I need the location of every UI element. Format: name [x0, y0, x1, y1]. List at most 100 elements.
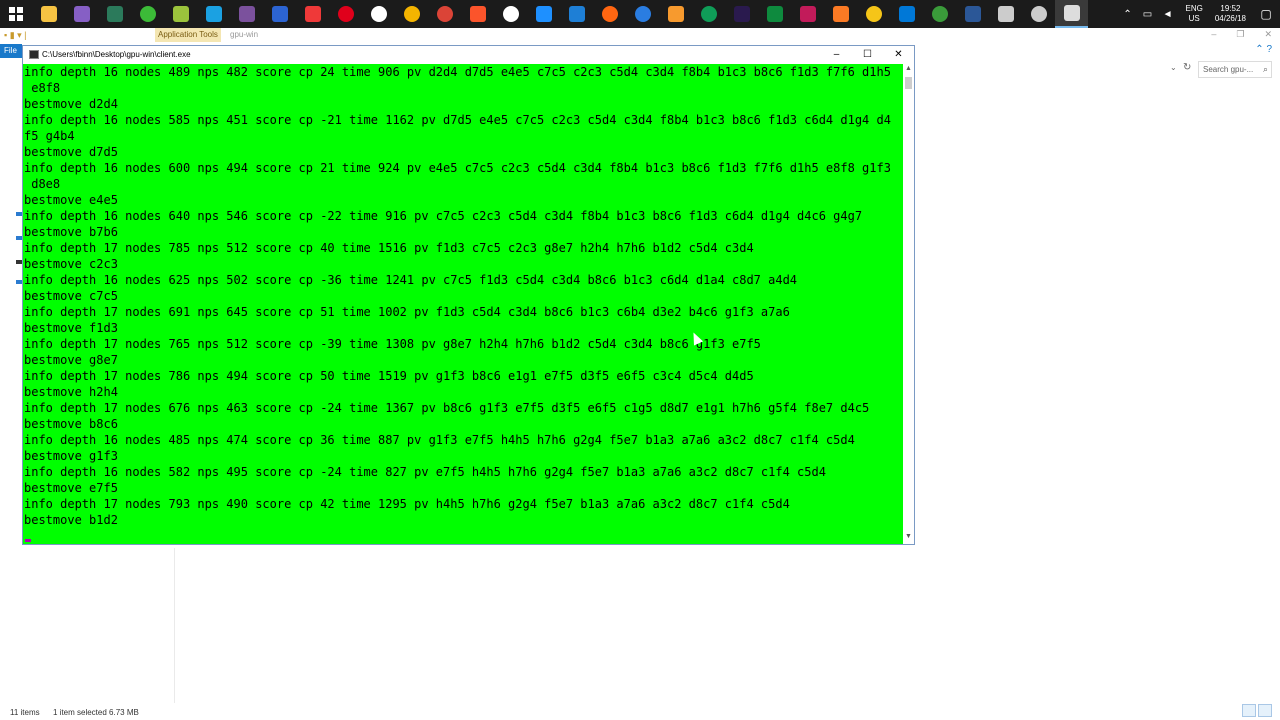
scroll-up-icon[interactable]: ▲: [903, 65, 914, 75]
device-icon[interactable]: [989, 0, 1022, 28]
photoshop-icon[interactable]: [725, 0, 758, 28]
large-icons-view-icon[interactable]: [1258, 704, 1272, 717]
messenger-icon-glyph: [271, 6, 288, 22]
paint-icon[interactable]: [659, 0, 692, 28]
console-line: bestmove b7b6: [24, 225, 118, 239]
console-app-icon-glyph: [1063, 5, 1080, 21]
pane-divider[interactable]: [174, 548, 175, 703]
close-icon[interactable]: ✕: [1264, 29, 1272, 40]
skype-icon[interactable]: [197, 0, 230, 28]
vivaldi-icon-glyph: [304, 6, 321, 22]
jetbrains-icon[interactable]: [791, 0, 824, 28]
remote-desktop-icon[interactable]: [890, 0, 923, 28]
console-line: info depth 16 nodes 485 nps 474 score cp…: [24, 433, 855, 447]
yandex-browser-icon[interactable]: [494, 0, 527, 28]
android-icon[interactable]: [164, 0, 197, 28]
document-icon-glyph: [964, 6, 981, 22]
network-icon[interactable]: ▭: [1140, 9, 1156, 20]
quick-access-toolbar-icon[interactable]: ▪ ▮ ▾ |: [4, 30, 27, 41]
chrome-canary-icon[interactable]: [395, 0, 428, 28]
console-line: bestmove b8c6: [24, 417, 118, 431]
brave-icon[interactable]: [461, 0, 494, 28]
console-titlebar[interactable]: C:\Users\fbinn\Desktop\gpu-win\client.ex…: [23, 46, 914, 64]
restore-icon[interactable]: ❐: [1236, 29, 1244, 40]
visual-studio-code-icon[interactable]: [758, 0, 791, 28]
chrome-icon-glyph: [436, 6, 453, 22]
chrome-dev-icon[interactable]: [857, 0, 890, 28]
chrome-icon[interactable]: [428, 0, 461, 28]
application-tools-tab[interactable]: Application Tools: [155, 28, 221, 42]
clock-time: 19:52: [1220, 4, 1241, 13]
console-line: info depth 17 nodes 676 nps 463 score cp…: [24, 401, 870, 415]
firefox-icon[interactable]: [593, 0, 626, 28]
refresh-icon[interactable]: ↻: [1183, 62, 1191, 73]
explorer-titlebar: ▪ ▮ ▾ | Application Tools gpu-win – ❐ ✕: [0, 28, 1280, 44]
opera-icon-glyph: [337, 6, 354, 22]
language-code: ENG: [1185, 4, 1203, 13]
console-line: info depth 17 nodes 786 nps 494 score cp…: [24, 369, 754, 383]
chrome-canary-icon-glyph: [403, 6, 420, 22]
console-line: info depth 17 nodes 785 nps 512 score cp…: [24, 241, 754, 255]
minimize-icon[interactable]: –: [821, 46, 852, 64]
android-icon-glyph: [172, 6, 189, 22]
notification-center-icon[interactable]: ▢: [1252, 7, 1280, 21]
xampp-icon[interactable]: [824, 0, 857, 28]
console-line: info depth 16 nodes 600 nps 494 score cp…: [24, 161, 891, 175]
scrollbar-thumb[interactable]: [905, 77, 912, 89]
explorer-title: gpu-win: [230, 30, 259, 39]
settings-ring-icon-glyph: [1030, 6, 1047, 22]
console-output[interactable]: info depth 16 nodes 489 nps 482 score cp…: [23, 64, 903, 544]
console-line: bestmove f1d3: [24, 321, 118, 335]
file-tab[interactable]: File: [0, 44, 22, 58]
ie-icon-glyph: [568, 6, 585, 22]
ie-icon[interactable]: [560, 0, 593, 28]
address-row: ⌄ ↻ Search gpu-... ⌕: [915, 61, 1280, 79]
xampp-icon-glyph: [832, 6, 849, 22]
file-explorer-icon[interactable]: [32, 0, 65, 28]
viber-icon[interactable]: [230, 0, 263, 28]
close-icon[interactable]: ✕: [883, 46, 914, 64]
document-icon[interactable]: [956, 0, 989, 28]
console-line: bestmove d7d5: [24, 145, 118, 159]
vivaldi-icon[interactable]: [296, 0, 329, 28]
language-indicator[interactable]: ENG US: [1186, 4, 1203, 24]
chrome-beta-icon[interactable]: [692, 0, 725, 28]
details-view-icon[interactable]: [1242, 704, 1256, 717]
console-app-icon[interactable]: [1055, 0, 1088, 28]
console-window[interactable]: C:\Users\fbinn\Desktop\gpu-win\client.ex…: [22, 45, 915, 545]
explorer-window-controls: – ❐ ✕: [1211, 29, 1272, 40]
brave-icon-glyph: [469, 6, 486, 22]
console-lines: info depth 16 nodes 489 nps 482 score cp…: [23, 64, 903, 528]
address-dropdown-icon[interactable]: ⌄: [1170, 63, 1177, 72]
app-green-icon[interactable]: [98, 0, 131, 28]
console-app-icon: [29, 50, 39, 59]
maximize-icon[interactable]: ☐: [852, 46, 883, 64]
scroll-down-icon[interactable]: ▼: [903, 533, 914, 543]
chevron-up-icon[interactable]: ⌃: [1120, 9, 1136, 20]
vertical-scrollbar[interactable]: ▲ ▼: [903, 64, 914, 544]
search-input[interactable]: Search gpu-... ⌕: [1198, 61, 1272, 78]
edge-icon[interactable]: [527, 0, 560, 28]
yandex-green-icon[interactable]: [131, 0, 164, 28]
expand-ribbon-icon[interactable]: ⌃ ?: [1255, 44, 1272, 55]
windows-logo-icon: [9, 7, 23, 21]
minimize-icon[interactable]: –: [1211, 29, 1216, 40]
opera-icon[interactable]: [329, 0, 362, 28]
app-green-icon-glyph: [106, 6, 123, 22]
green-globe-icon[interactable]: [923, 0, 956, 28]
clock[interactable]: 19:52 04/26/18: [1215, 4, 1246, 24]
clock-date: 04/26/18: [1214, 14, 1246, 23]
firefox-dev-icon[interactable]: [626, 0, 659, 28]
console-line: bestmove e7f5: [24, 481, 118, 495]
messenger-icon[interactable]: [263, 0, 296, 28]
status-bar: 11 items 1 item selected 6.73 MB: [0, 704, 1280, 720]
console-title: C:\Users\fbinn\Desktop\gpu-win\client.ex…: [42, 50, 191, 59]
language-region: US: [1188, 14, 1200, 23]
settings-ring-icon[interactable]: [1022, 0, 1055, 28]
firefox-dev-icon-glyph: [634, 6, 651, 22]
start-button[interactable]: [0, 0, 32, 28]
visual-studio-icon[interactable]: [65, 0, 98, 28]
volume-icon[interactable]: ◄: [1160, 9, 1176, 20]
skype-icon-glyph: [205, 6, 222, 22]
opera-dev-icon[interactable]: [362, 0, 395, 28]
